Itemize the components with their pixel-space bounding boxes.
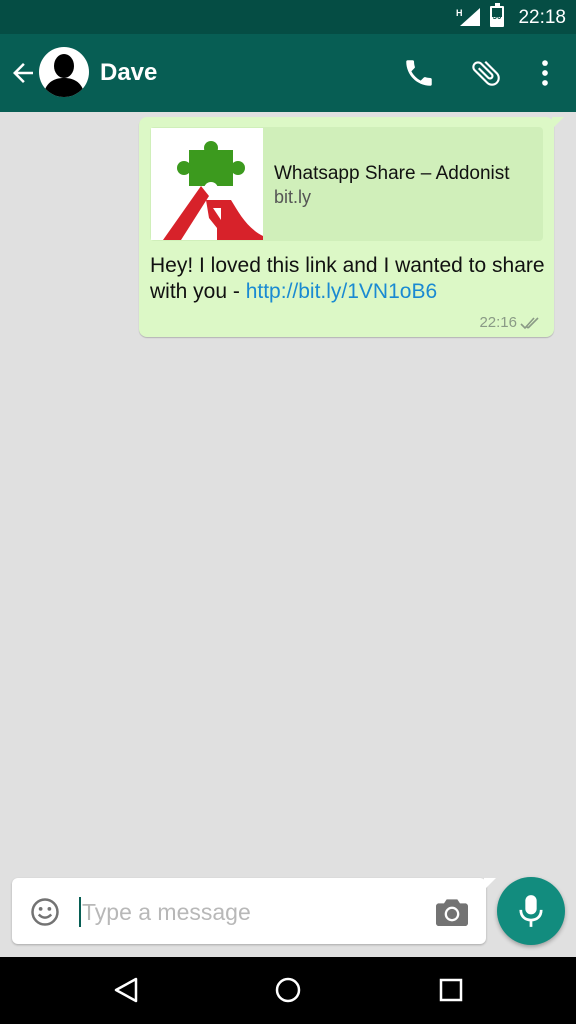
status-bar: H 50 22:18 bbox=[0, 0, 576, 34]
voice-record-button[interactable] bbox=[497, 877, 565, 945]
message-input[interactable] bbox=[82, 894, 422, 930]
emoji-icon[interactable] bbox=[30, 897, 60, 927]
link-preview-domain: bit.ly bbox=[274, 187, 312, 207]
camera-icon[interactable] bbox=[436, 898, 468, 926]
paperclip-icon[interactable] bbox=[469, 56, 503, 90]
chat-header: Dave bbox=[0, 34, 576, 112]
battery-level: 50 bbox=[492, 12, 502, 21]
message-timestamp: 22:16 bbox=[479, 314, 517, 331]
person-silhouette-icon bbox=[43, 54, 85, 97]
system-nav-bar bbox=[0, 957, 576, 1024]
chat-area[interactable]: Whatsapp Share – Addonist bit.ly Hey! I … bbox=[0, 112, 576, 876]
text-cursor bbox=[79, 897, 81, 927]
contact-name[interactable]: Dave bbox=[100, 59, 157, 87]
nav-recent-apps-icon[interactable] bbox=[434, 973, 468, 1007]
link-preview-title: Whatsapp Share – Addonist bbox=[274, 163, 510, 184]
link-thumbnail bbox=[151, 128, 263, 240]
status-time: 22:18 bbox=[518, 7, 566, 28]
nav-home-icon[interactable] bbox=[271, 973, 305, 1007]
microphone-icon bbox=[519, 895, 543, 927]
outgoing-message-bubble[interactable]: Whatsapp Share – Addonist bit.ly Hey! I … bbox=[139, 117, 564, 337]
avatar[interactable] bbox=[39, 47, 89, 97]
link-preview-card[interactable]: Whatsapp Share – Addonist bit.ly bbox=[150, 127, 543, 241]
signal-icon: H bbox=[456, 8, 480, 26]
more-vert-icon[interactable] bbox=[528, 56, 562, 90]
addonist-logo-icon bbox=[163, 141, 263, 240]
svg-text:H: H bbox=[456, 8, 463, 18]
double-check-icon bbox=[520, 317, 539, 330]
message-link[interactable]: http://bit.ly/1VN1oB6 bbox=[246, 280, 437, 303]
nav-back-icon[interactable] bbox=[110, 973, 144, 1007]
message-text: Hey! I loved this link and I wanted to s… bbox=[150, 253, 545, 305]
back-arrow-icon[interactable] bbox=[8, 58, 38, 88]
message-composer bbox=[12, 878, 496, 944]
battery-icon: 50 bbox=[490, 3, 504, 27]
phone-icon[interactable] bbox=[402, 56, 436, 90]
